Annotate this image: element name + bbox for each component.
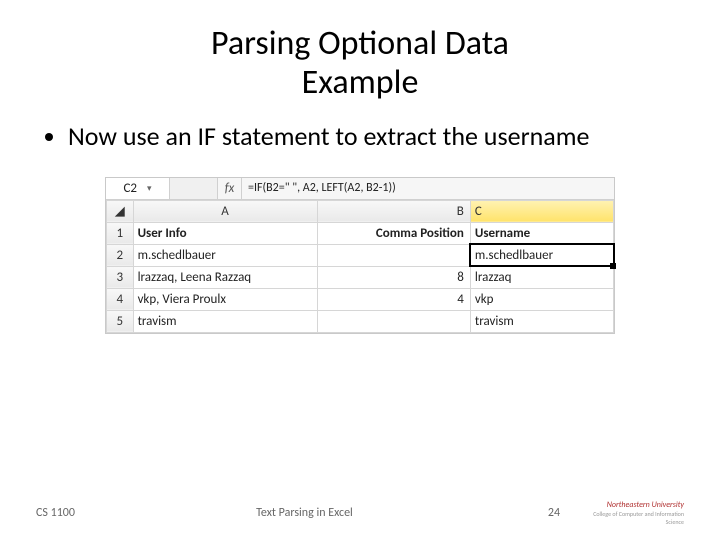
college-name: College of Computer and Information Scie… [574,510,684,526]
select-all-corner[interactable]: ◢ [107,200,134,222]
cell[interactable]: lrazzaq [470,266,613,288]
cell[interactable]: vkp, Viera Proulx [133,288,317,310]
name-box[interactable]: C2 ▾ [106,178,170,199]
formula-input[interactable]: =IF(B2=" ", A2, LEFT(A2, B2-1)) [242,181,614,195]
chevron-down-icon: ▾ [147,183,152,194]
fx-icon[interactable]: fx [218,178,242,199]
formula-tools [170,178,218,199]
cell[interactable]: vkp [470,288,613,310]
col-header-a[interactable]: A [133,200,317,222]
col-header-c[interactable]: C [470,200,613,222]
col-header-b[interactable]: B [317,200,470,222]
slide-title: Parsing Optional Data Example [36,24,684,102]
formula-bar: C2 ▾ fx =IF(B2=" ", A2, LEFT(A2, B2-1)) [106,178,614,200]
row-header[interactable]: 3 [107,266,134,288]
table-row: 2 m.schedlbauer m.schedlbauer [107,244,614,266]
name-box-value: C2 [123,181,147,196]
university-name: Northeastern University [574,500,684,510]
cell[interactable] [317,244,470,266]
cell[interactable]: travism [470,310,613,332]
cell[interactable]: User Info [133,222,317,244]
table-row: 3 lrazzaq, Leena Razzaq 8 lrazzaq [107,266,614,288]
selected-cell[interactable]: m.schedlbauer [470,244,613,266]
slide: Parsing Optional Data Example Now use an… [0,0,720,540]
cell[interactable] [317,310,470,332]
cell[interactable]: Comma Position [317,222,470,244]
cell[interactable]: travism [133,310,317,332]
title-line-2: Example [302,62,419,103]
bullet-item: Now use an IF statement to extract the u… [68,120,684,153]
page-number: 24 [534,506,574,520]
slide-footer: CS 1100 Text Parsing in Excel 24 Northea… [36,500,684,526]
row-header[interactable]: 2 [107,244,134,266]
row-header[interactable]: 4 [107,288,134,310]
table-row: 4 vkp, Viera Proulx 4 vkp [107,288,614,310]
excel-window: C2 ▾ fx =IF(B2=" ", A2, LEFT(A2, B2-1)) … [105,177,615,334]
table-row: 1 User Info Comma Position Username [107,222,614,244]
footer-left: CS 1100 [36,506,75,520]
footer-center: Text Parsing in Excel [75,506,534,520]
university-logo: Northeastern University College of Compu… [574,500,684,526]
bullet-list: Now use an IF statement to extract the u… [44,120,684,153]
cell[interactable]: 8 [317,266,470,288]
cancel-icon[interactable] [180,182,192,194]
column-header-row: ◢ A B C [107,200,614,222]
excel-screenshot: C2 ▾ fx =IF(B2=" ", A2, LEFT(A2, B2-1)) … [105,177,615,334]
cell[interactable]: m.schedlbauer [133,244,317,266]
title-line-1: Parsing Optional Data [211,23,509,64]
spreadsheet-grid: ◢ A B C 1 User Info Comma Position Usern… [106,200,614,333]
cell[interactable]: lrazzaq, Leena Razzaq [133,266,317,288]
table-row: 5 travism travism [107,310,614,332]
accept-icon[interactable] [196,182,208,194]
row-header[interactable]: 1 [107,222,134,244]
cell[interactable]: Username [470,222,613,244]
row-header[interactable]: 5 [107,310,134,332]
cell[interactable]: 4 [317,288,470,310]
